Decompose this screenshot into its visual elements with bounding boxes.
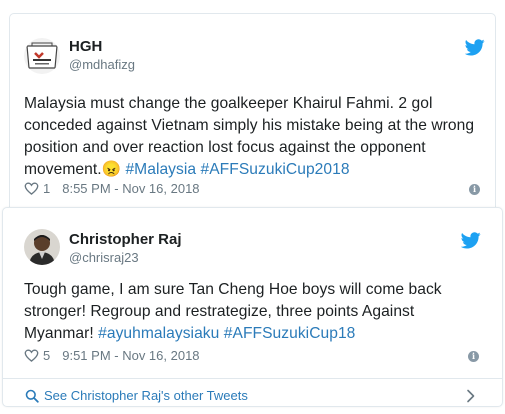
tweet-meta: 1 8:55 PM - Nov 16, 2018 <box>24 181 200 196</box>
tweet-text: Malaysia must change the goalkeeper Khai… <box>24 93 486 181</box>
author-handle[interactable]: @mdhafizg <box>69 57 135 72</box>
tweet-meta: 5 9:51 PM - Nov 16, 2018 <box>24 348 200 363</box>
hashtag-link[interactable]: #AFFSuzukiCup2018 <box>201 161 350 178</box>
angry-face-emoji: 😠 <box>101 161 122 178</box>
tweet-timestamp[interactable]: 8:55 PM - Nov 16, 2018 <box>62 181 199 196</box>
tweet-card: Christopher Raj @chrisraj23 Tough game, … <box>2 207 503 407</box>
twitter-bird-icon[interactable] <box>465 39 485 56</box>
twitter-bird-icon[interactable] <box>461 232 481 249</box>
hashtag-link[interactable]: #Malaysia <box>125 161 196 178</box>
author-name[interactable]: Christopher Raj <box>69 231 182 248</box>
avatar[interactable] <box>24 38 60 74</box>
see-other-tweets-label: See Christopher Raj's other Tweets <box>44 388 248 403</box>
heart-icon[interactable] <box>24 182 39 195</box>
info-icon[interactable]: i <box>469 184 480 195</box>
hashtag-link[interactable]: #ayuhmalaysiaku <box>98 325 219 342</box>
tweet-timestamp[interactable]: 9:51 PM - Nov 16, 2018 <box>62 348 199 363</box>
avatar[interactable] <box>24 229 60 265</box>
like-count[interactable]: 5 <box>43 348 50 363</box>
hashtag-link[interactable]: #AFFSuzukiCup18 <box>224 325 356 342</box>
info-icon[interactable]: i <box>468 351 479 362</box>
divider <box>3 378 502 379</box>
author-name[interactable]: HGH <box>69 38 102 55</box>
chevron-right-icon[interactable] <box>466 389 476 403</box>
heart-icon[interactable] <box>24 349 39 362</box>
tweet-card: HGH @mdhafizg Malaysia must change the g… <box>9 13 496 221</box>
search-icon <box>25 389 39 403</box>
tweet-text: Tough game, I am sure Tan Cheng Hoe boys… <box>24 279 484 345</box>
see-other-tweets-link[interactable]: See Christopher Raj's other Tweets <box>25 388 248 403</box>
author-handle[interactable]: @chrisraj23 <box>69 250 139 265</box>
like-count[interactable]: 1 <box>43 181 50 196</box>
